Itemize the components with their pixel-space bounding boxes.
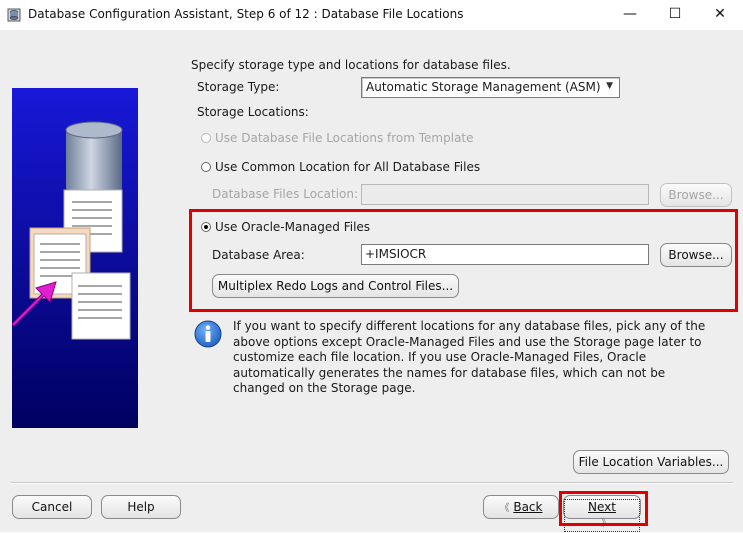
highlight-omf-box bbox=[189, 209, 738, 312]
option-template-label: Use Database File Locations from Templat… bbox=[215, 131, 474, 145]
back-arrow-icon: 《 bbox=[499, 503, 510, 514]
storage-type-value: Automatic Storage Management (ASM) bbox=[366, 80, 601, 94]
close-button[interactable]: ✕ bbox=[697, 0, 743, 30]
minimize-button[interactable]: — bbox=[607, 0, 653, 30]
back-button[interactable]: 《 Back bbox=[483, 495, 559, 519]
storage-type-select[interactable]: Automatic Storage Management (ASM) ▼ bbox=[361, 77, 620, 98]
footer-divider bbox=[10, 482, 733, 484]
browse-button-disabled[interactable]: Browse... bbox=[660, 183, 732, 207]
title-bar: Database Configuration Assistant, Step 6… bbox=[0, 0, 743, 30]
highlight-next-box bbox=[559, 491, 648, 526]
help-button[interactable]: Help bbox=[101, 495, 181, 519]
info-icon bbox=[194, 320, 222, 348]
storage-locations-label: Storage Locations: bbox=[197, 105, 309, 119]
file-location-variables-button[interactable]: File Location Variables... bbox=[573, 450, 729, 474]
option-common-label: Use Common Location for All Database Fil… bbox=[215, 160, 481, 174]
wizard-body: Specify storage type and locations for d… bbox=[0, 30, 743, 532]
back-label: Back bbox=[513, 500, 543, 514]
db-files-location-label: Database Files Location: bbox=[212, 187, 359, 201]
dropdown-arrow-icon: ▼ bbox=[606, 81, 613, 91]
cancel-button[interactable]: Cancel bbox=[12, 495, 92, 519]
info-message: If you want to specify different locatio… bbox=[233, 319, 706, 395]
db-files-location-field[interactable] bbox=[361, 184, 649, 205]
maximize-button[interactable]: ☐ bbox=[652, 0, 698, 30]
wizard-illustration bbox=[12, 88, 138, 428]
radio-common-location[interactable] bbox=[201, 162, 211, 172]
page-heading: Specify storage type and locations for d… bbox=[191, 58, 511, 72]
radio-template[interactable] bbox=[201, 133, 211, 143]
window-title: Database Configuration Assistant, Step 6… bbox=[28, 7, 464, 21]
storage-type-label: Storage Type: bbox=[197, 80, 280, 94]
database-app-icon bbox=[7, 8, 21, 22]
